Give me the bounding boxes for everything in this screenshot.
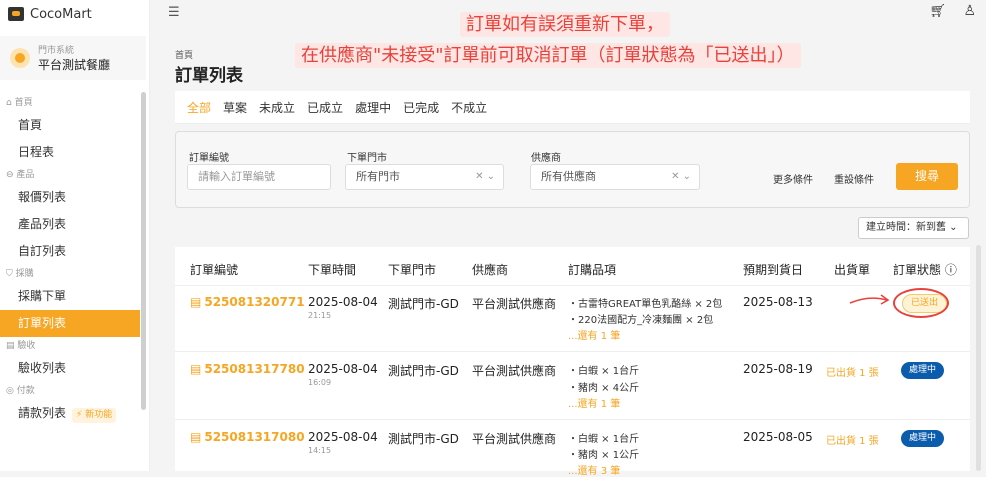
- sidebar-item-home[interactable]: 首頁: [0, 112, 140, 139]
- order-store: 測試門市-GD: [388, 432, 459, 446]
- store-system-label: 門市系統: [38, 46, 75, 56]
- new-feature-badge: ⚡ 新功能: [72, 408, 117, 423]
- sidebar: CocoMart 門市系統 平台測試餐廳 ⌂ 首頁 首頁 日程表 ⊖ 產品 報價…: [0, 0, 150, 471]
- order-time: 21:15: [308, 311, 332, 320]
- order-store: 測試門市-GD: [388, 297, 459, 311]
- column-header: 下單時間: [308, 263, 357, 277]
- order-item: ・白蝦 × 1台斤: [568, 366, 640, 377]
- tab-processing[interactable]: 處理中: [355, 99, 391, 116]
- order-item: ・白蝦 × 1台斤: [568, 434, 640, 445]
- menu-group-receiving: ▤ 驗收: [6, 341, 36, 351]
- supplier-filter-label: 供應商: [531, 153, 561, 164]
- orders-table: 訂單編號 下單時間 下單門市 供應商 訂購品項 預期到貨日 出貨單 訂單狀態 ⓘ…: [175, 247, 970, 477]
- order-supplier: 平台測試供應商: [472, 297, 557, 311]
- more-items-link[interactable]: ...還有 3 筆: [568, 462, 620, 477]
- order-no-input[interactable]: 請輸入訂單編號: [187, 164, 331, 190]
- sidebar-item-billing-list[interactable]: 請款列表 ⚡ 新功能: [0, 400, 140, 427]
- menu-group-home: ⌂ 首頁: [6, 98, 33, 108]
- more-conditions-button[interactable]: 更多條件: [773, 171, 813, 186]
- clear-chevron-icon: ✕ ⌄: [475, 171, 495, 182]
- order-item: ・220法國配方_冷凍麵團 × 2包: [568, 315, 714, 326]
- column-header: 訂購品項: [568, 263, 617, 277]
- store-switcher[interactable]: 門市系統 平台測試餐廳: [0, 36, 146, 80]
- tab-completed[interactable]: 已完成: [403, 99, 439, 116]
- menu-group-payment: ◎ 付款: [6, 386, 35, 396]
- column-header: 出貨單: [834, 263, 871, 277]
- sort-select[interactable]: 建立時間：新到舊 ⌄: [858, 217, 969, 239]
- brand-logo[interactable]: CocoMart: [8, 3, 92, 25]
- sidebar-item-order-list[interactable]: 訂單列表: [0, 310, 140, 337]
- tab-failed[interactable]: 不成立: [451, 99, 487, 116]
- store-name: 平台測試餐廳: [38, 58, 111, 72]
- shipment-link[interactable]: 已出貨 1 張: [826, 432, 879, 447]
- menu-group-purchasing: ⛉ 採購: [6, 269, 34, 279]
- store-select[interactable]: 所有門市 ✕ ⌄: [345, 164, 504, 190]
- order-time: 14:15: [308, 446, 332, 455]
- annotation-note: 訂單如有誤須重新下單，: [460, 12, 670, 37]
- document-icon: ▤: [190, 362, 202, 376]
- reset-conditions-button[interactable]: 重設條件: [834, 171, 874, 186]
- eta-date: 2025-08-19: [743, 362, 813, 376]
- order-item: ・豬肉 × 4公斤: [568, 383, 640, 394]
- store-avatar-icon: [10, 48, 30, 68]
- order-number-link[interactable]: ▤ 525081317080: [190, 430, 305, 444]
- pointer-arrow-icon: [849, 294, 890, 305]
- order-supplier: 平台測試供應商: [472, 364, 557, 378]
- breadcrumb[interactable]: 首頁: [175, 48, 193, 61]
- order-date: 2025-08-04: [308, 430, 378, 444]
- tab-established[interactable]: 已成立: [307, 99, 343, 116]
- sidebar-item-products[interactable]: 產品列表: [0, 211, 140, 238]
- status-badge: 處理中: [901, 362, 945, 379]
- annotation-note: 在供應商"未接受"訂單前可取消訂單（訂單狀態為「已送出」）: [295, 43, 801, 68]
- tab-all[interactable]: 全部: [187, 99, 211, 116]
- order-date: 2025-08-04: [308, 362, 378, 376]
- brand-name: CocoMart: [30, 6, 92, 22]
- more-items-link[interactable]: ...還有 1 筆: [568, 395, 620, 410]
- order-supplier: 平台測試供應商: [472, 432, 557, 446]
- tab-not-established[interactable]: 未成立: [259, 99, 295, 116]
- page-title: 訂單列表: [175, 66, 243, 86]
- order-number-link[interactable]: ▤ 525081317780: [190, 362, 305, 376]
- shipment-link[interactable]: 已出貨 1 張: [826, 364, 879, 379]
- eta-date: 2025-08-05: [743, 430, 813, 444]
- content-scrollbar[interactable]: [976, 245, 981, 471]
- column-header: 訂單編號: [190, 263, 239, 277]
- clear-chevron-icon: ✕ ⌄: [671, 171, 691, 182]
- column-header: 供應商: [472, 263, 509, 277]
- status-tabs: 全部 草案 未成立 已成立 處理中 已完成 不成立: [175, 91, 970, 124]
- order-item: ・古雷特GREAT單色乳酪絲 × 2包: [568, 299, 723, 310]
- search-button[interactable]: 搜尋: [896, 163, 958, 190]
- order-item: ・豬肉 × 1公斤: [568, 450, 640, 461]
- filter-panel: 訂單編號 請輸入訂單編號 下單門市 所有門市 ✕ ⌄ 供應商 所有供應商 ✕ ⌄ 更…: [175, 131, 970, 208]
- order-store: 測試門市-GD: [388, 364, 459, 378]
- eta-date: 2025-08-13: [743, 295, 813, 309]
- highlight-circle: [893, 288, 949, 318]
- sidebar-item-schedule[interactable]: 日程表: [0, 139, 140, 166]
- sidebar-scrollbar[interactable]: [141, 92, 146, 410]
- order-no-label: 訂單編號: [189, 153, 229, 164]
- sidebar-item-receiving-list[interactable]: 驗收列表: [0, 355, 140, 382]
- document-icon: ▤: [190, 430, 202, 444]
- column-header[interactable]: 訂單狀態 ⓘ: [893, 261, 957, 278]
- cart-icon[interactable]: 🛒︎: [929, 4, 946, 19]
- more-items-link[interactable]: ...還有 1 筆: [568, 327, 620, 342]
- order-time: 16:09: [308, 378, 332, 387]
- document-icon: ▤: [190, 295, 202, 309]
- sidebar-item-purchase-order[interactable]: 採購下單: [0, 283, 140, 310]
- sidebar-item-custom-list[interactable]: 自訂列表: [0, 238, 140, 265]
- user-icon[interactable]: ♙: [963, 3, 976, 19]
- sidebar-item-quotes[interactable]: 報價列表: [0, 184, 140, 211]
- status-badge: 處理中: [901, 430, 945, 447]
- sidebar-menu: ⌂ 首頁 首頁 日程表 ⊖ 產品 報價列表 產品列表 自訂列表 ⛉ 採購 採購下…: [0, 94, 140, 427]
- tab-draft[interactable]: 草案: [223, 99, 247, 116]
- supplier-select[interactable]: 所有供應商 ✕ ⌄: [530, 164, 700, 190]
- order-date: 2025-08-04: [308, 295, 378, 309]
- menu-toggle-icon[interactable]: ☰: [168, 5, 180, 20]
- store-filter-label: 下單門市: [347, 153, 387, 164]
- column-header: 預期到貨日: [743, 263, 804, 277]
- column-header: 下單門市: [388, 263, 437, 277]
- cocomart-logo-icon: [8, 7, 24, 21]
- order-number-link[interactable]: ▤ 525081320771: [190, 295, 305, 309]
- menu-group-products: ⊖ 產品: [6, 170, 35, 180]
